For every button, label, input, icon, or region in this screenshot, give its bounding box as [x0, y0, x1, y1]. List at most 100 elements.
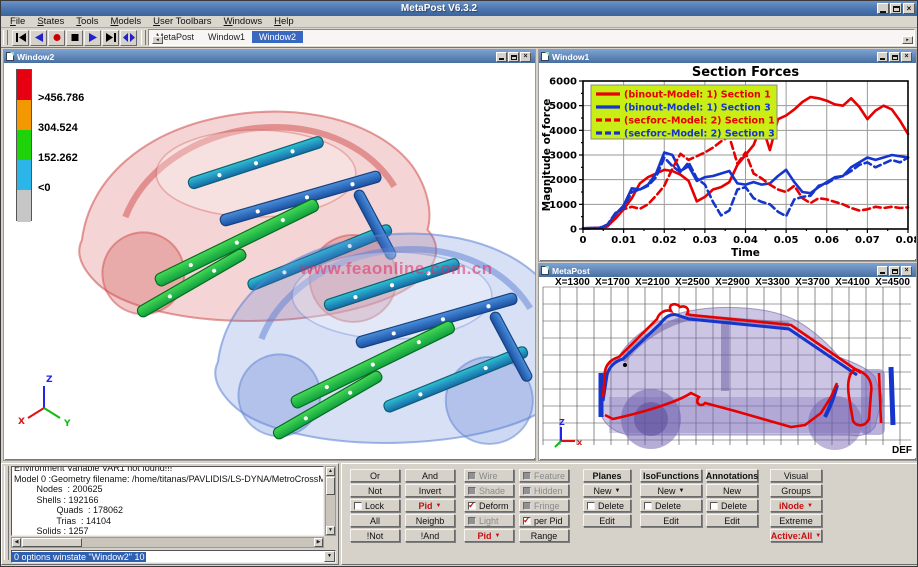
orientation-triad: Z x [555, 418, 583, 447]
btn-edit[interactable]: Edit [640, 514, 702, 527]
window2-title-bar[interactable]: Window2 × [4, 50, 535, 63]
console-vertical-scrollbar[interactable]: ▲ ▼ [325, 466, 336, 536]
btn-groups[interactable]: Groups [770, 484, 822, 497]
checkbox-icon [523, 502, 531, 510]
btn--not[interactable]: !Not [350, 529, 400, 542]
maximize-icon[interactable] [890, 3, 902, 14]
menu-tools[interactable]: Tools [71, 16, 103, 27]
last-frame-icon[interactable] [102, 30, 119, 46]
check-per-pid[interactable]: per Pid [519, 514, 569, 527]
metapost-viewport[interactable]: X=1300X=1700X=2100X=2500X=2900X=3300X=37… [539, 277, 916, 458]
scrollbar-thumb[interactable] [326, 477, 335, 495]
maximize-icon[interactable] [889, 52, 900, 62]
scroll-up-icon[interactable]: ▲ [326, 467, 335, 476]
panel-header-annotations[interactable]: Annotations [706, 469, 758, 482]
checkbox-icon [523, 517, 531, 525]
checkbox-icon [587, 502, 595, 510]
minimize-icon[interactable] [496, 52, 507, 62]
window2-viewport[interactable]: Z X Y www.feaonline.com.cn >456.786304.5… [4, 63, 535, 458]
y-tick-label: 5000 [549, 101, 577, 112]
close-icon[interactable]: × [901, 52, 912, 62]
first-frame-icon[interactable] [12, 30, 29, 46]
panel-header-isofunctions[interactable]: IsoFunctions [640, 469, 702, 482]
tab-scroll-right-icon[interactable]: ▸ [902, 36, 913, 44]
check-fringe[interactable]: Fringe [519, 499, 569, 512]
menu-user-toolbars[interactable]: User Toolbars [148, 16, 216, 27]
close-icon[interactable]: × [903, 3, 915, 14]
tab-window2[interactable]: Window2 [252, 31, 303, 43]
record-icon[interactable] [48, 30, 65, 46]
dropdown-inode[interactable]: iNode▼ [770, 499, 822, 512]
play-forward-icon[interactable] [84, 30, 101, 46]
check-lock[interactable]: Lock [350, 499, 400, 512]
check-feature[interactable]: Feature [519, 469, 569, 482]
command-history-dropdown-icon[interactable]: ▼ [324, 551, 335, 562]
maximize-icon[interactable] [889, 266, 900, 276]
dropdown-new[interactable]: New▼ [640, 484, 702, 497]
menu-help[interactable]: Help [269, 16, 299, 27]
btn-edit[interactable]: Edit [706, 514, 758, 527]
check-wire[interactable]: Wire [464, 469, 514, 482]
legend-entry: (binout-Model: 1) Section 1 [624, 90, 771, 101]
toolbar-grip[interactable] [3, 30, 8, 45]
btn-neighb[interactable]: Neighb [405, 514, 455, 527]
scrollbar-thumb[interactable] [22, 538, 82, 547]
btn-extreme[interactable]: Extreme [770, 514, 822, 527]
console-output[interactable]: Environment Variable VAR1 not found!!!Mo… [11, 466, 324, 536]
menu-states[interactable]: States [32, 16, 69, 27]
btn--and[interactable]: !And [405, 529, 455, 542]
dropdown-pid[interactable]: Pid▼ [405, 499, 455, 512]
check-delete[interactable]: Delete [583, 499, 631, 512]
close-icon[interactable]: × [901, 266, 912, 276]
minimize-icon[interactable] [877, 266, 888, 276]
scroll-down-icon[interactable]: ▼ [326, 526, 335, 535]
tab-scroll-left-icon[interactable]: ◂ [152, 36, 163, 44]
metapost-window-title-bar[interactable]: MetaPost × [539, 264, 916, 277]
play-backward-icon[interactable] [30, 30, 47, 46]
btn-new[interactable]: New [706, 484, 758, 497]
btn-visual[interactable]: Visual [770, 469, 822, 482]
stop-icon[interactable] [66, 30, 83, 46]
tab-window1[interactable]: Window1 [201, 31, 252, 43]
minimize-icon[interactable] [877, 3, 889, 14]
check-deform[interactable]: Deform [464, 499, 514, 512]
check-light[interactable]: Light [464, 514, 514, 527]
x-tick-label: 0.03 [693, 235, 718, 246]
bounce-play-icon[interactable] [120, 30, 137, 46]
scroll-right-icon[interactable]: ▶ [314, 538, 323, 547]
menu-models[interactable]: Models [105, 16, 146, 27]
command-input[interactable]: 0 options winstate "Window2" 10 ▼ [11, 550, 336, 563]
btn-or[interactable]: Or [350, 469, 400, 482]
btn-all[interactable]: All [350, 514, 400, 527]
panel-column: IsoFunctions New▼ Delete Edit [640, 469, 702, 527]
menu-file[interactable]: File [5, 16, 30, 27]
console-horizontal-scrollbar[interactable]: ◀ ▶ [11, 537, 324, 548]
title-bar: MetaPost V6.3.2 × [1, 1, 917, 16]
toolbar-row: MetaPostWindow1Window2◂ ▸ [1, 28, 917, 48]
btn-edit[interactable]: Edit [583, 514, 631, 527]
dropdown-new[interactable]: New▼ [583, 484, 631, 497]
check-delete[interactable]: Delete [640, 499, 702, 512]
dropdown-pid[interactable]: Pid▼ [464, 529, 514, 542]
btn-range[interactable]: Range [519, 529, 569, 542]
dropdown-active-all[interactable]: Active:All▼ [770, 529, 822, 542]
check-hidden[interactable]: Hidden [519, 484, 569, 497]
btn-and[interactable]: And [405, 469, 455, 482]
tabbar-grip[interactable] [141, 30, 146, 45]
window1-plot-area[interactable]: Section Forces00.010.020.030.040.050.060… [539, 63, 916, 259]
menu-windows[interactable]: Windows [219, 16, 268, 27]
window1-title-bar[interactable]: Window1 × [539, 50, 916, 63]
minimize-icon[interactable] [877, 52, 888, 62]
tool-button-panel: Or Not Lock All !Not And Invert Pid▼ Neighb !And W… [341, 463, 918, 565]
app-title: MetaPost V6.3.2 [1, 3, 877, 14]
check-shade[interactable]: Shade [464, 484, 514, 497]
check-delete[interactable]: Delete [706, 499, 758, 512]
maximize-icon[interactable] [508, 52, 519, 62]
panel-header-planes[interactable]: Planes [583, 469, 631, 482]
close-icon[interactable]: × [520, 52, 531, 62]
console-line: Quads : 178062 [14, 505, 321, 516]
scroll-left-icon[interactable]: ◀ [12, 538, 21, 547]
btn-invert[interactable]: Invert [405, 484, 455, 497]
console-grip[interactable] [4, 466, 9, 560]
btn-not[interactable]: Not [350, 484, 400, 497]
